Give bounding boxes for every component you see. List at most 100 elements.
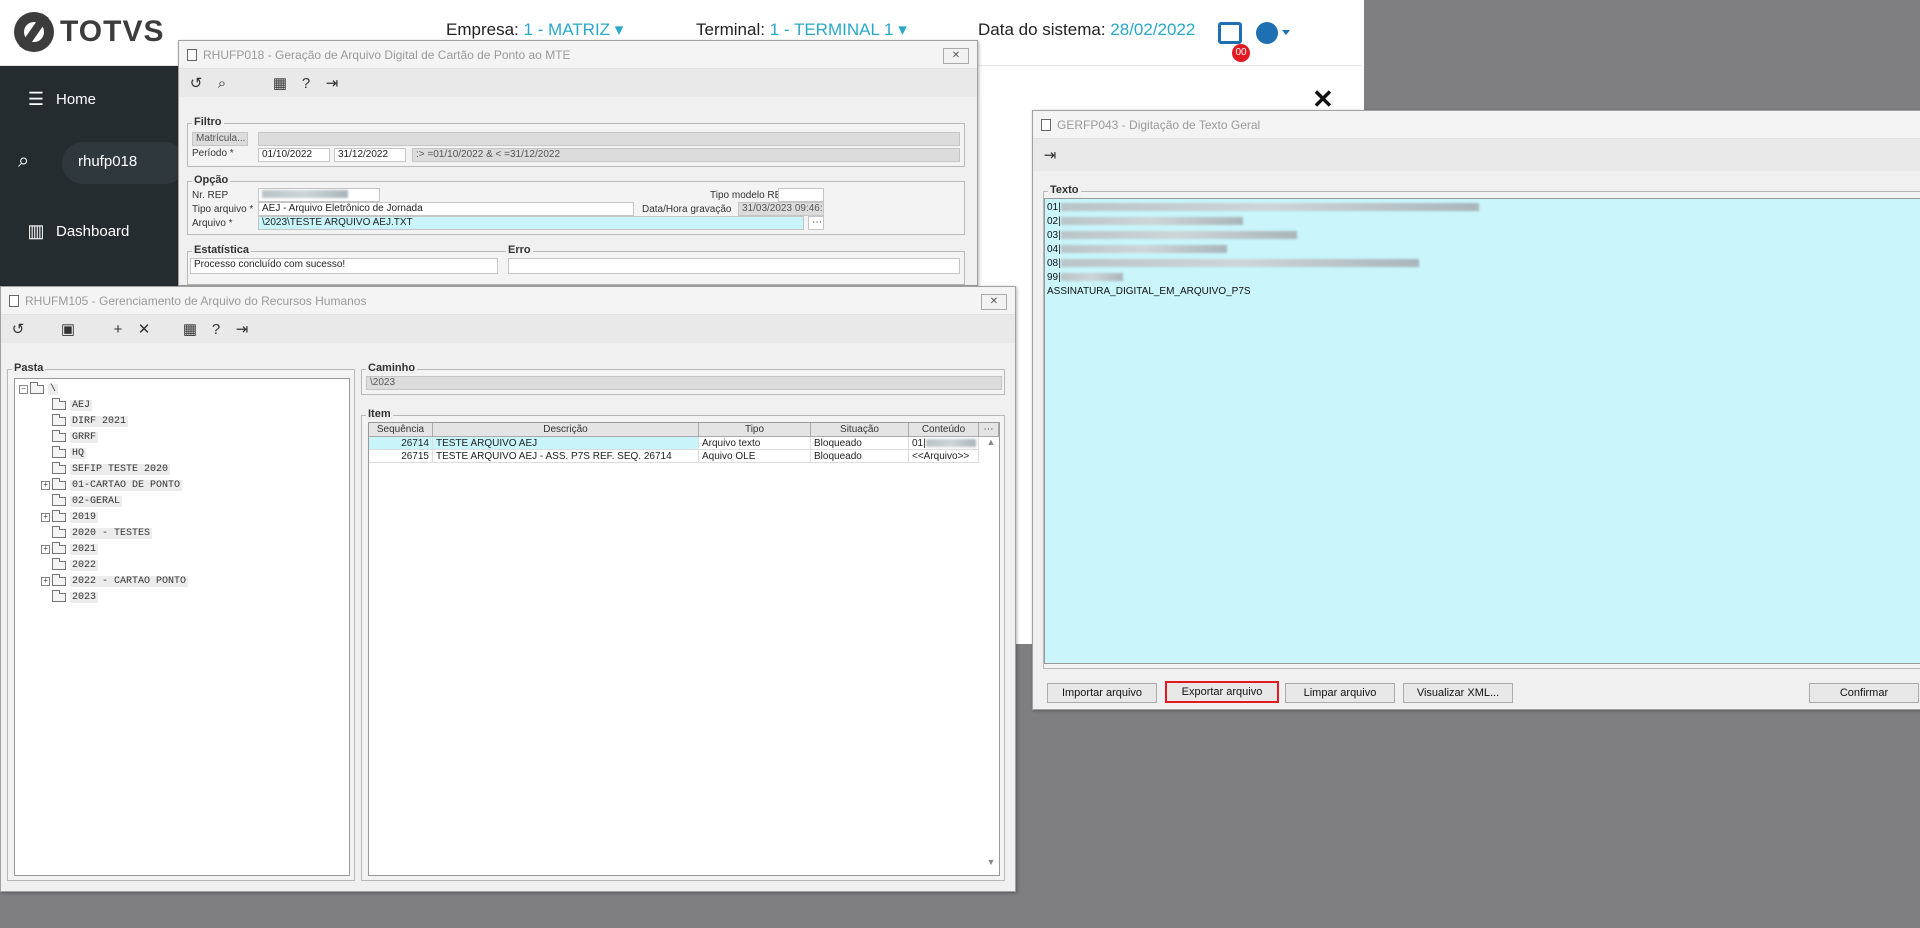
vertical-scrollbar[interactable]: ▲ ▼ [985,437,997,875]
folder-tree[interactable]: − \ AEJ DIRF 2021 GRRF HQ SEFIP TESTE 2020 +01-… [14,378,350,876]
texto-group: Texto 01| 02| 03| 04| 08| 99| ASSINATURA_DIGIT… [1043,184,1920,669]
help-icon[interactable]: ? [297,75,315,92]
exit-icon[interactable]: ⇥ [1041,146,1059,164]
text-line: 01| [1047,201,1920,215]
search-icon[interactable]: ⌕ [18,150,29,173]
totvs-logo[interactable]: TOTVS [14,12,164,52]
expand-icon[interactable]: + [41,480,50,490]
export-file-button[interactable]: Exportar arquivo [1165,681,1279,703]
window-titlebar[interactable]: RHUFM105 - Gerenciamento de Arquivo do R… [1,287,1015,315]
table-cell[interactable]: TESTE ARQUIVO AEJ [433,437,699,450]
tree-item[interactable]: 02-GERAL [41,493,123,509]
group-title: Pasta [12,362,46,374]
window-rhufm105: RHUFM105 - Gerenciamento de Arquivo do R… [0,286,1016,892]
column-options-icon[interactable]: ⋯ [979,423,999,437]
help-icon[interactable]: ? [207,321,225,338]
matricula-value[interactable] [258,132,960,146]
tree-item[interactable]: AEJ [41,397,93,413]
table-cell[interactable]: Aquivo OLE [699,450,811,463]
table-cell[interactable]: 26714 [369,437,433,450]
periodo-de-field[interactable]: 01/10/2022 [258,148,330,162]
text-line-content: 02| [1047,216,1061,227]
save-icon[interactable]: ▣ [59,320,77,338]
chevron-down-icon[interactable] [1282,30,1290,35]
exit-icon[interactable]: ⇥ [233,320,251,338]
window-titlebar[interactable]: RHUFP018 - Geração de Arquivo Digital de… [179,41,977,69]
column-header[interactable]: Descrição [433,423,699,437]
text-line-content: 03| [1047,230,1061,241]
expand-icon[interactable]: + [41,512,50,522]
calendar-icon[interactable]: ▦ [181,320,199,338]
arquivo-field[interactable]: \2023\TESTE ARQUIVO AEJ.TXT [258,216,804,230]
expand-icon[interactable]: + [41,576,50,586]
item-grid[interactable]: Sequência Descrição Tipo Situação Conteú… [368,422,1000,876]
undo-icon[interactable]: ↺ [9,320,27,338]
window-titlebar[interactable]: GERFP043 - Digitação de Texto Geral [1033,111,1920,139]
tree-item[interactable]: − \ [19,381,59,397]
tree-item[interactable]: 2023 [41,589,99,605]
exit-icon[interactable]: ⇥ [323,74,341,92]
tree-item[interactable]: DIRF 2021 [41,413,129,429]
cell-text: Arquivo texto [702,438,761,449]
tipo-arquivo-select[interactable]: AEJ - Arquivo Eletrônico de Jornada [258,202,634,216]
tipo-modelo-select[interactable] [778,188,824,202]
view-xml-button[interactable]: Visualizar XML... [1403,683,1513,703]
table-cell[interactable]: Bloqueado [811,437,909,450]
confirm-button[interactable]: Confirmar [1809,683,1919,703]
close-button[interactable]: ✕ [981,294,1007,310]
matricula-field[interactable]: Matrícula... * [192,132,248,146]
table-cell[interactable]: Bloqueado [811,450,909,463]
tree-item[interactable]: +2022 - CARTAO PONTO [41,573,189,589]
texto-textarea[interactable]: 01| 02| 03| 04| 08| 99| ASSINATURA_DIGITAL_EM_… [1044,198,1920,664]
delete-icon[interactable]: ✕ [135,320,153,338]
tree-item[interactable]: SEFIP TESTE 2020 [41,461,171,477]
column-header[interactable]: Tipo [699,423,811,437]
tree-item[interactable]: HQ [41,445,87,461]
nr-rep-field[interactable] [258,188,380,202]
empresa-selector[interactable]: Empresa: 1 - MATRIZ ▾ [446,20,623,40]
expand-icon[interactable]: + [41,544,50,554]
empresa-label: Empresa: [446,20,519,39]
table-cell[interactable]: <<Arquivo>> [909,450,979,463]
close-button[interactable]: ✕ [943,48,969,64]
browse-icon[interactable]: ⋯ [808,216,824,230]
column-header[interactable]: Conteúdo [909,423,979,437]
search-icon[interactable]: ⌕ [213,75,231,92]
tree-item-label: GRRF [70,431,99,443]
add-icon[interactable]: + [109,321,127,338]
tree-item[interactable]: +2021 [41,541,99,557]
chevron-down-icon: ▾ [898,20,907,39]
caminho-group: Caminho \2023 [361,362,1005,395]
tree-item[interactable]: +01-CARTAO DE PONTO [41,477,183,493]
collapse-icon[interactable]: − [19,384,28,394]
table-cell[interactable]: TESTE ARQUIVO AEJ - ASS. P7S REF. SEQ. 2… [433,450,699,463]
clear-file-button[interactable]: Limpar arquivo [1285,683,1395,703]
tipo-modelo-label: Tipo modelo REP [710,190,788,201]
tree-item[interactable]: 2020 - TESTES [41,525,153,541]
cell-text: <<Arquivo>> [912,451,970,462]
calendar-icon[interactable] [1218,22,1242,44]
table-cell[interactable]: 26715 [369,450,433,463]
terminal-selector[interactable]: Terminal: 1 - TERMINAL 1 ▾ [696,20,907,40]
scroll-track [985,447,997,857]
tree-item-label: DIRF 2021 [70,415,129,427]
user-icon[interactable] [1256,22,1278,44]
sidebar-item-dashboard[interactable]: ▥ Dashboard [0,206,182,256]
column-header[interactable]: Sequência [369,423,433,437]
import-file-button[interactable]: Importar arquivo [1047,683,1157,703]
tree-item[interactable]: +2019 [41,509,99,525]
sidebar-item-label: Dashboard [56,222,130,240]
tree-item[interactable]: 2022 [41,557,99,573]
table-cell[interactable]: 01| [909,437,979,450]
window-rhufp018: RHUFP018 - Geração de Arquivo Digital de… [178,40,978,286]
blurred-content [1060,231,1297,240]
tree-item[interactable]: GRRF [41,429,99,445]
sidebar-item-home[interactable]: ☰ Home [0,74,182,124]
column-header[interactable]: Situação [811,423,909,437]
periodo-ate-field[interactable]: 31/12/2022 [334,148,406,162]
cell-text: Bloqueado [814,451,862,462]
search-input[interactable]: rhufp018 [62,142,186,184]
table-cell[interactable]: Arquivo texto [699,437,811,450]
undo-icon[interactable]: ↺ [187,74,205,92]
calendar-icon[interactable]: ▦ [271,74,289,92]
